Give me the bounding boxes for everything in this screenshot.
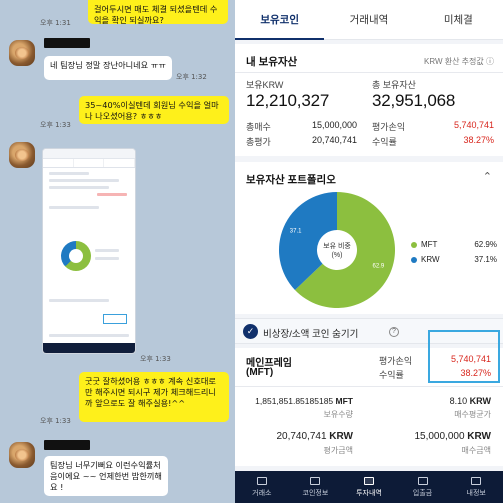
nav-label: 내정보 [466,489,486,497]
chat-timestamp: 오후 1:33 [40,417,71,425]
total-eval-value: 20,740,741 [311,135,357,145]
chat-timestamp: 오후 1:33 [140,355,171,363]
checkbox-checked-icon[interactable]: ✓ [243,324,258,339]
nav-investments[interactable]: 투자내역 [342,471,396,503]
hide-small-coins-label: 비상장/소액 코인 숨기기 [263,329,359,340]
coin-qty-unit: MFT [335,396,353,406]
user-icon [471,476,482,485]
avatar [9,40,35,66]
legend-dot-krw [411,257,417,263]
total-assets-value: 32,951,068 [372,91,456,110]
krw-estimate-link[interactable]: KRW 환산 추정값 ⓘ [424,56,494,67]
sender-name-redacted [44,38,90,48]
exchange-app-panel: 보유코인 거래내역 미체결 내 보유자산 KRW 환산 추정값 ⓘ 보유KRW … [235,0,503,503]
exchange-icon [256,476,267,485]
top-tabs: 보유코인 거래내역 미체결 [235,0,503,40]
return-rate-value: 38.27% [463,135,494,145]
chat-timestamp: 오후 1:31 [40,19,71,27]
donut-center-label: (%) [332,252,343,259]
chat-bubble-received: 팀장님 너무기뻐요 이런수익률처음이에요 ~~ 언제한번 밥한끼해요 ! [44,456,168,496]
coin-eval-label: 평가금액 [323,446,353,455]
chat-bubble-sent: 35~40%이실텐데 회원님 수익을 얼마나 나오셨어용? ㅎㅎㅎ [79,96,229,124]
chat-bubble-received: 네 팀장님 정말 장난아니네요 ㅠㅠ [44,56,172,80]
portfolio-card: 보유자산 포트폴리오 ⌃ 62.9 37.1 보유 비중 (%) MFT 62.9% … [235,162,503,314]
coin-eval-value: 20,740,741 [276,431,327,442]
coin-pl-label: 평가손익 [379,356,413,366]
krw-value: 12,210,327 [246,91,330,110]
coin-avg-unit: KRW [469,396,491,406]
avatar [9,142,35,168]
coin-buy-label: 매수금액 [461,446,491,455]
portfolio-donut-chart: 62.9 37.1 보유 비중 (%) [279,192,395,308]
bottom-nav: 거래소 코인정보 투자내역 입출금 내정보 [235,471,503,503]
help-icon[interactable]: ? [389,327,399,337]
legend-name-mft: MFT [421,240,438,249]
total-assets-label: 총 보유자산 [372,80,416,90]
return-rate-label: 수익률 [372,137,397,147]
tab-history[interactable]: 거래내역 [324,0,413,39]
coin-buy-unit: KRW [467,431,491,442]
coin-rate-label: 수익률 [379,370,404,380]
krw-label: 보유KRW [246,80,284,90]
legend-name-krw: KRW [421,255,440,264]
nav-my-info[interactable]: 내정보 [449,471,503,503]
tab-pending[interactable]: 미체결 [414,0,503,39]
coin-qty-label: 보유수량 [323,410,353,419]
coin-buy: 15,000,000 KRW [375,431,491,442]
coin-buy-value: 15,000,000 [414,431,465,442]
nav-coin-info[interactable]: 코인정보 [289,471,343,503]
coin-symbol: (MFT) [246,367,274,378]
shared-screenshot-image[interactable] [42,148,136,354]
donut-center-label: 보유 비중 [323,241,351,250]
wallet-icon [417,476,428,485]
total-buy-label: 총매수 [246,122,271,132]
nav-label: 입출금 [412,489,433,497]
coin-avg-label: 매수평균가 [454,410,491,419]
nav-label: 투자내역 [356,489,382,497]
assets-card: 내 보유자산 KRW 환산 추정값 ⓘ 보유KRW 12,210,327 총 보… [235,44,503,156]
chat-bubble-sent: 굿굿 잘하셨어용 ㅎㅎㅎ 계속 신호대로만 해주시면 되시구 제가 체크해드리니… [79,372,229,422]
total-buy-value: 15,000,000 [311,120,357,130]
assets-title: 내 보유자산 [246,56,298,68]
coin-qty: 1,851,851.85185185 MFT [249,396,353,406]
coin-avg: 8.10 KRW [383,396,491,406]
pl-value: 5,740,741 [453,120,494,130]
chat-timestamp: 오후 1:33 [40,121,71,129]
sender-name-redacted [44,440,90,450]
legend-pct-mft: 62.9% [474,240,497,249]
chat-panel: 걸어두시면 매도 체결 되셨을텐데 수익을 확인 되실까요? 오후 1:31 네… [0,0,235,503]
tab-holdings[interactable]: 보유코인 [235,0,325,40]
legend-pct-krw: 37.1% [474,255,497,264]
coin-eval-unit: KRW [329,431,353,442]
info-icon [310,476,321,485]
chat-bubble-sent: 걸어두시면 매도 체결 되셨을텐데 수익을 확인 되실까요? [88,0,228,25]
legend-item-krw: KRW 37.1% [411,255,497,265]
pie-slice-label-mft: 62.9 [373,264,385,270]
nav-deposit[interactable]: 입출금 [396,471,450,503]
legend-item-mft: MFT 62.9% [411,240,497,250]
coin-qty-value: 1,851,851.85185185 [255,396,334,406]
total-eval-label: 총평가 [246,137,271,147]
mini-donut-chart [61,241,91,271]
nav-exchange[interactable]: 거래소 [235,471,289,503]
collapse-chevron-icon[interactable]: ⌃ [483,170,492,183]
chat-timestamp: 오후 1:32 [176,73,207,81]
pl-label: 평가손익 [372,122,406,132]
coin-avg-value: 8.10 [449,396,468,406]
highlight-annotation-box [428,330,500,383]
legend-dot-mft [411,242,417,248]
nav-label: 코인정보 [302,489,329,497]
nav-label: 거래소 [252,489,272,497]
pie-slice-label-krw: 37.1 [290,228,302,234]
avatar [9,442,35,468]
portfolio-icon [363,476,374,485]
portfolio-title: 보유자산 포트폴리오 [246,174,336,186]
coin-eval: 20,740,741 KRW [249,431,353,442]
